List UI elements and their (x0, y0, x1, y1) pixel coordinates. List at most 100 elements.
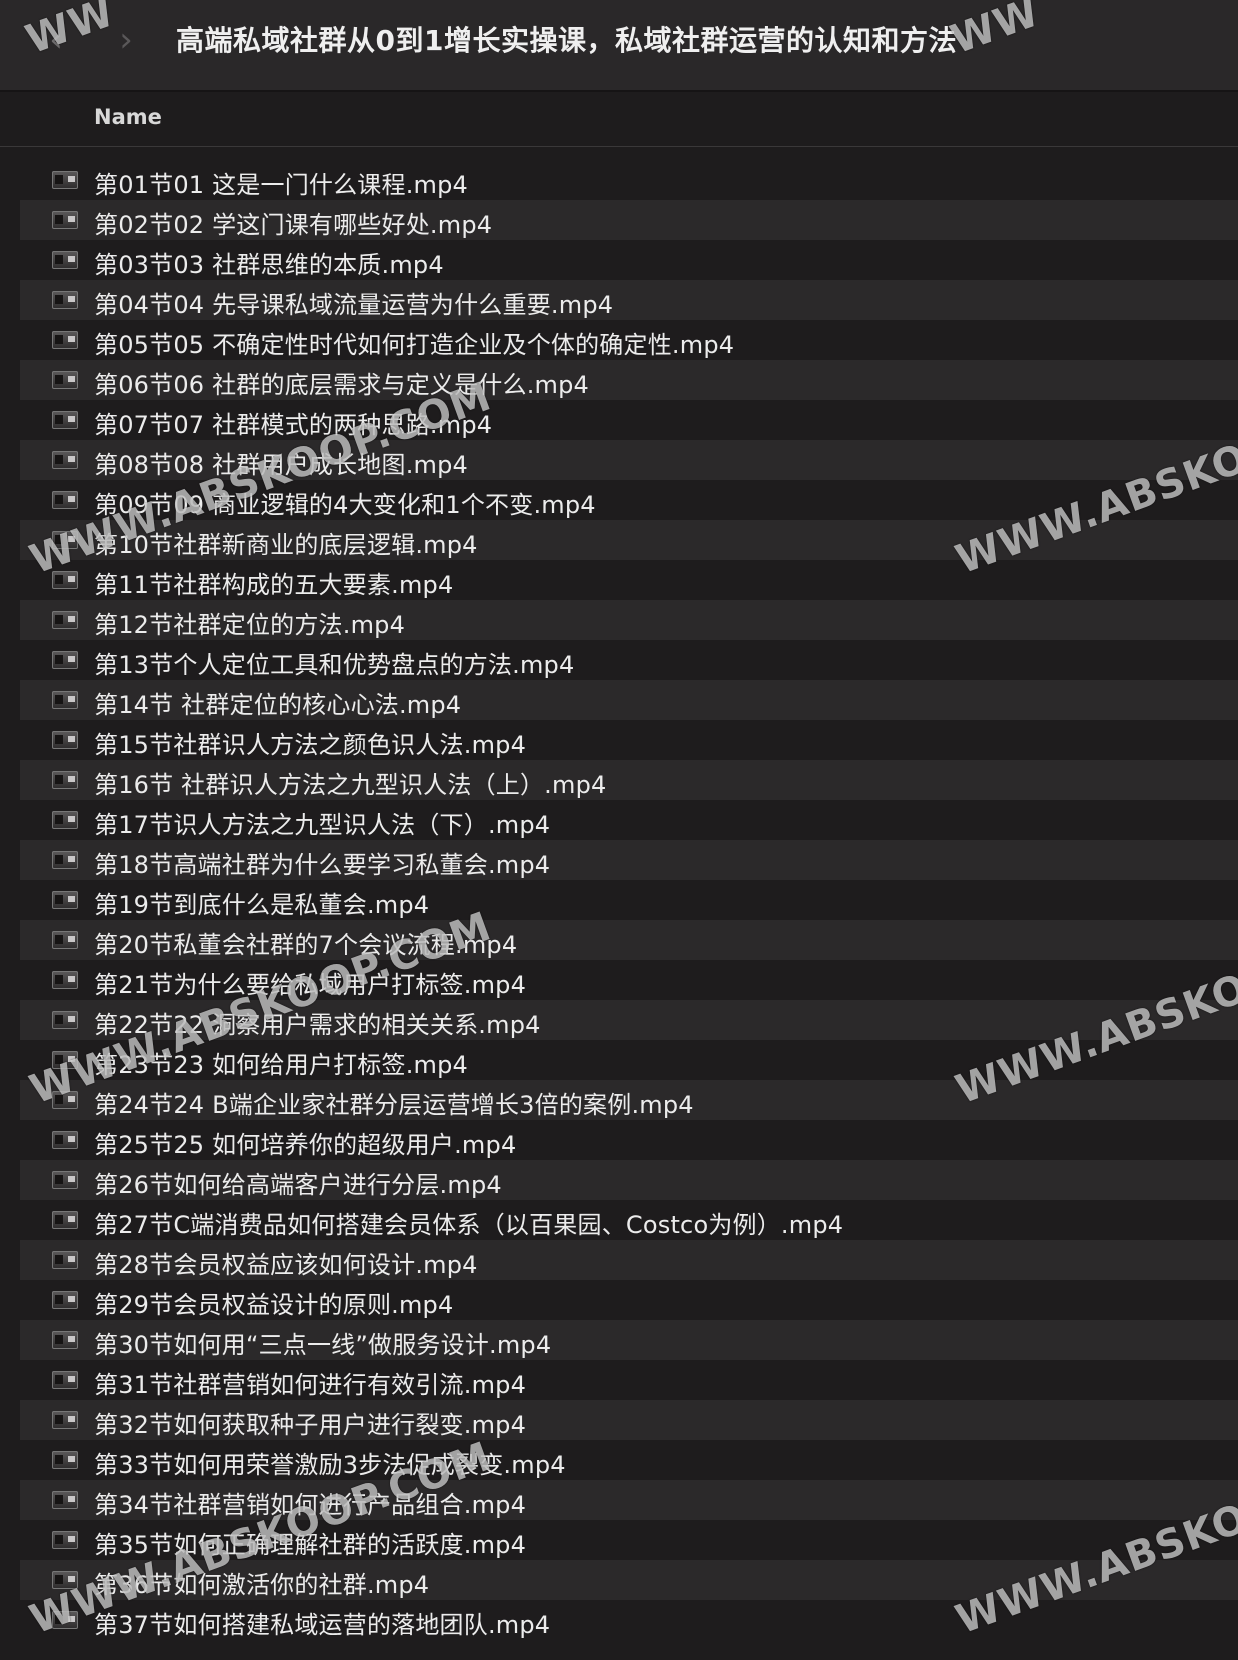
file-name: 第28节会员权益应该如何设计.mp4 (94, 1251, 478, 1279)
file-name: 第27节C端消费品如何搭建会员体系（以百果园、Costco为例）.mp4 (94, 1211, 844, 1239)
video-file-icon (52, 211, 78, 229)
video-file-icon (52, 1451, 78, 1469)
video-file-icon (52, 331, 78, 349)
file-row[interactable]: 第37节如何搭建私域运营的落地团队.mp4 (20, 1600, 1238, 1640)
file-name: 第36节如何激活你的社群.mp4 (94, 1571, 430, 1599)
video-file-icon (52, 1291, 78, 1309)
file-row[interactable]: 第16节 社群识人方法之九型识人法（上）.mp4 (20, 760, 1238, 800)
video-file-icon (52, 1491, 78, 1509)
file-name: 第07节07 社群模式的两种思路.mp4 (94, 411, 493, 439)
file-row[interactable]: 第09节09 商业逻辑的4大变化和1个不变.mp4 (20, 480, 1238, 520)
file-row[interactable]: 第31节社群营销如何进行有效引流.mp4 (20, 1360, 1238, 1400)
video-file-icon (52, 491, 78, 509)
file-row[interactable]: 第30节如何用“三点一线”做服务设计.mp4 (20, 1320, 1238, 1360)
file-name: 第18节高端社群为什么要学习私董会.mp4 (94, 851, 551, 879)
file-name: 第13节个人定位工具和优势盘点的方法.mp4 (94, 651, 575, 679)
file-row[interactable]: 第24节24 B端企业家社群分层运营增长3倍的案例.mp4 (20, 1080, 1238, 1120)
file-row[interactable]: 第02节02 学这门课有哪些好处.mp4 (20, 200, 1238, 240)
file-row[interactable]: 第03节03 社群思维的本质.mp4 (20, 240, 1238, 280)
file-name: 第12节社群定位的方法.mp4 (94, 611, 406, 639)
file-list: 第01节01 这是一门什么课程.mp4 第02节02 学这门课有哪些好处.mp4 第… (20, 160, 1238, 1640)
file-name: 第02节02 学这门课有哪些好处.mp4 (94, 211, 493, 239)
video-file-icon (52, 1331, 78, 1349)
file-name: 第34节社群营销如何进行产品组合.mp4 (94, 1491, 527, 1519)
file-name: 第11节社群构成的五大要素.mp4 (94, 571, 454, 599)
title-bar: ‹ › 高端私域社群从0到1增长实操课，私域社群运营的认知和方法 (0, 0, 1238, 92)
file-row[interactable]: 第04节04 先导课私域流量运营为什么重要.mp4 (20, 280, 1238, 320)
video-file-icon (52, 891, 78, 909)
file-row[interactable]: 第32节如何获取种子用户进行裂变.mp4 (20, 1400, 1238, 1440)
video-file-icon (52, 371, 78, 389)
file-name: 第35节如何正确理解社群的活跃度.mp4 (94, 1531, 527, 1559)
file-name: 第26节如何给高端客户进行分层.mp4 (94, 1171, 502, 1199)
file-row[interactable]: 第19节到底什么是私董会.mp4 (20, 880, 1238, 920)
file-row[interactable]: 第13节个人定位工具和优势盘点的方法.mp4 (20, 640, 1238, 680)
file-row[interactable]: 第27节C端消费品如何搭建会员体系（以百果园、Costco为例）.mp4 (20, 1200, 1238, 1240)
file-row[interactable]: 第21节为什么要给私域用户打标签.mp4 (20, 960, 1238, 1000)
file-name: 第08节08 社群用户成长地图.mp4 (94, 451, 469, 479)
file-row[interactable]: 第14节 社群定位的核心心法.mp4 (20, 680, 1238, 720)
file-name: 第15节社群识人方法之颜色识人法.mp4 (94, 731, 527, 759)
forward-chevron-icon[interactable]: › (106, 18, 146, 62)
file-name: 第14节 社群定位的核心心法.mp4 (94, 691, 462, 719)
video-file-icon (52, 811, 78, 829)
video-file-icon (52, 1211, 78, 1229)
file-name: 第33节如何用荣誉激励3步法促成裂变.mp4 (94, 1451, 566, 1479)
file-row[interactable]: 第12节社群定位的方法.mp4 (20, 600, 1238, 640)
file-name: 第22节22 洞察用户需求的相关关系.mp4 (94, 1011, 541, 1039)
file-row[interactable]: 第07节07 社群模式的两种思路.mp4 (20, 400, 1238, 440)
file-row[interactable]: 第08节08 社群用户成长地图.mp4 (20, 440, 1238, 480)
file-row[interactable]: 第33节如何用荣誉激励3步法促成裂变.mp4 (20, 1440, 1238, 1480)
file-name: 第04节04 先导课私域流量运营为什么重要.mp4 (94, 291, 614, 319)
file-row[interactable]: 第26节如何给高端客户进行分层.mp4 (20, 1160, 1238, 1200)
file-row[interactable]: 第35节如何正确理解社群的活跃度.mp4 (20, 1520, 1238, 1560)
file-name: 第29节会员权益设计的原则.mp4 (94, 1291, 454, 1319)
video-file-icon (52, 451, 78, 469)
file-row[interactable]: 第29节会员权益设计的原则.mp4 (20, 1280, 1238, 1320)
file-row[interactable]: 第11节社群构成的五大要素.mp4 (20, 560, 1238, 600)
file-row[interactable]: 第23节23 如何给用户打标签.mp4 (20, 1040, 1238, 1080)
file-row[interactable]: 第20节私董会社群的7个会议流程.mp4 (20, 920, 1238, 960)
window-title: 高端私域社群从0到1增长实操课，私域社群运营的认知和方法 (176, 24, 957, 57)
file-name: 第05节05 不确定性时代如何打造企业及个体的确定性.mp4 (94, 331, 735, 359)
file-row[interactable]: 第34节社群营销如何进行产品组合.mp4 (20, 1480, 1238, 1520)
file-row[interactable]: 第18节高端社群为什么要学习私董会.mp4 (20, 840, 1238, 880)
back-chevron-icon[interactable]: ‹ (36, 18, 76, 62)
video-file-icon (52, 1051, 78, 1069)
file-row[interactable]: 第28节会员权益应该如何设计.mp4 (20, 1240, 1238, 1280)
file-name: 第03节03 社群思维的本质.mp4 (94, 251, 444, 279)
file-name: 第21节为什么要给私域用户打标签.mp4 (94, 971, 527, 999)
column-header-name[interactable]: Name (94, 105, 162, 129)
file-row[interactable]: 第36节如何激活你的社群.mp4 (20, 1560, 1238, 1600)
file-row[interactable]: 第01节01 这是一门什么课程.mp4 (20, 160, 1238, 200)
file-row[interactable]: 第15节社群识人方法之颜色识人法.mp4 (20, 720, 1238, 760)
file-row[interactable]: 第25节25 如何培养你的超级用户.mp4 (20, 1120, 1238, 1160)
file-row[interactable]: 第17节识人方法之九型识人法（下）.mp4 (20, 800, 1238, 840)
video-file-icon (52, 1011, 78, 1029)
video-file-icon (52, 531, 78, 549)
video-file-icon (52, 171, 78, 189)
column-header: Name (0, 92, 1238, 147)
file-name: 第25节25 如何培养你的超级用户.mp4 (94, 1131, 517, 1159)
file-name: 第01节01 这是一门什么课程.mp4 (94, 171, 469, 199)
file-name: 第17节识人方法之九型识人法（下）.mp4 (94, 811, 551, 839)
file-name: 第09节09 商业逻辑的4大变化和1个不变.mp4 (94, 491, 596, 519)
video-file-icon (52, 651, 78, 669)
file-name: 第20节私董会社群的7个会议流程.mp4 (94, 931, 518, 959)
video-file-icon (52, 931, 78, 949)
file-name: 第32节如何获取种子用户进行裂变.mp4 (94, 1411, 527, 1439)
file-name: 第19节到底什么是私董会.mp4 (94, 891, 430, 919)
file-row[interactable]: 第22节22 洞察用户需求的相关关系.mp4 (20, 1000, 1238, 1040)
file-name: 第24节24 B端企业家社群分层运营增长3倍的案例.mp4 (94, 1091, 694, 1119)
video-file-icon (52, 1251, 78, 1269)
video-file-icon (52, 1571, 78, 1589)
file-row[interactable]: 第06节06 社群的底层需求与定义是什么.mp4 (20, 360, 1238, 400)
file-name: 第06节06 社群的底层需求与定义是什么.mp4 (94, 371, 590, 399)
file-row[interactable]: 第10节社群新商业的底层逻辑.mp4 (20, 520, 1238, 560)
video-file-icon (52, 731, 78, 749)
video-file-icon (52, 1371, 78, 1389)
video-file-icon (52, 1411, 78, 1429)
file-name: 第37节如何搭建私域运营的落地团队.mp4 (94, 1611, 551, 1639)
file-row[interactable]: 第05节05 不确定性时代如何打造企业及个体的确定性.mp4 (20, 320, 1238, 360)
video-file-icon (52, 251, 78, 269)
